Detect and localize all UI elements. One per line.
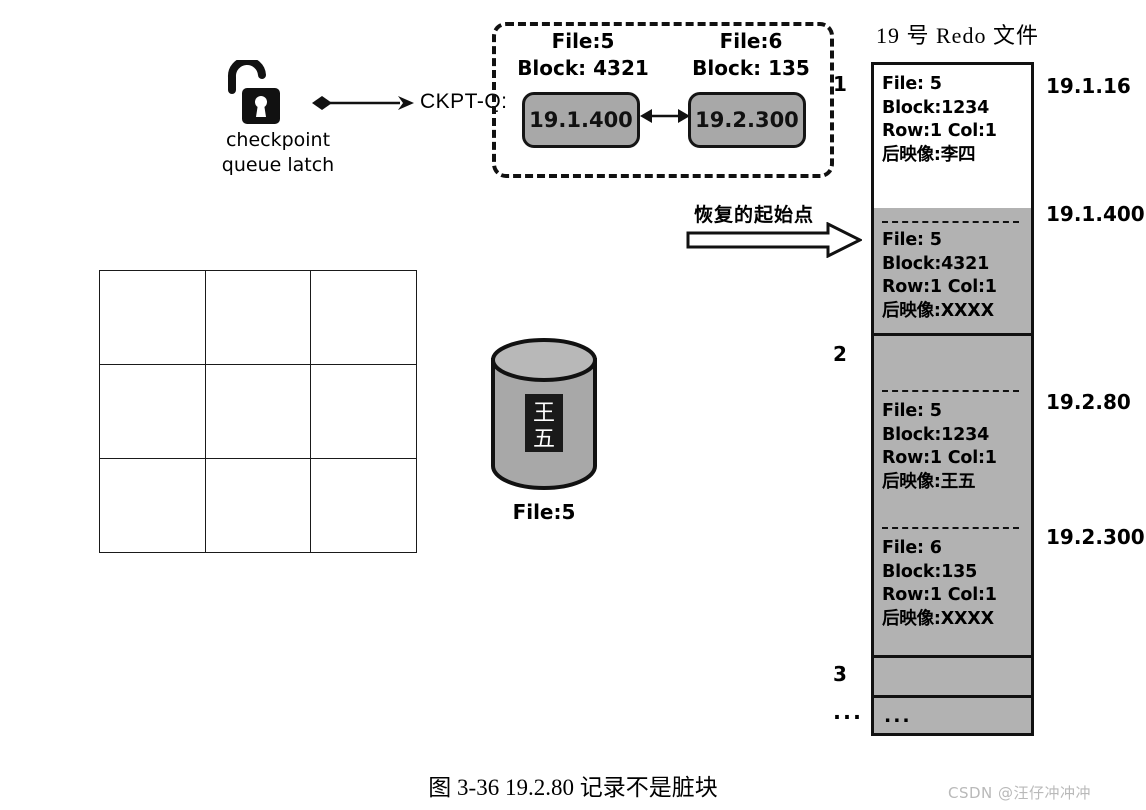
checkpoint-queue-latch-label: checkpoint queue latch	[198, 128, 358, 178]
grid-cell	[310, 270, 417, 365]
redo-address-4: 19.2.300	[1046, 525, 1145, 549]
redo-entry-2-after-image: 后映像:XXXX	[882, 300, 994, 321]
queue-node-link-arrow	[640, 104, 690, 128]
queue-node-1-header: File:5 Block: 4321	[508, 28, 658, 82]
cylinder-row-value-line1: 王	[533, 401, 555, 426]
grid-cell	[99, 458, 206, 553]
redo-file-container: File: 5 Block:1234 Row:1 Col:1 后映像:李四 Fi…	[871, 62, 1034, 736]
queue-node-1-file: File:5	[551, 29, 615, 53]
latch-to-queue-connector-arrow	[310, 88, 420, 118]
queue-node-2: 19.2.300	[688, 92, 806, 148]
cylinder-row-value-line2: 五	[533, 427, 555, 452]
latch-caption-line2: queue latch	[221, 154, 335, 176]
redo-address-2: 19.1.400	[1046, 202, 1145, 226]
redo-segment-4-background	[874, 655, 1031, 695]
redo-file-title: 19 号 Redo 文件	[876, 23, 1039, 48]
queue-node-2-block: Block: 135	[692, 56, 810, 80]
redo-separator-3	[882, 527, 1019, 529]
redo-entry-1-block: Block:1234	[882, 97, 990, 118]
redo-address-1: 19.1.16	[1046, 74, 1131, 98]
redo-tail-ellipsis: ...	[884, 705, 912, 727]
open-padlock-icon	[222, 56, 286, 126]
redo-entry-4-after-image: 后映像:XXXX	[882, 608, 994, 629]
redo-entry-3-rowcol: Row:1 Col:1	[882, 448, 997, 468]
redo-separator-2	[882, 390, 1019, 392]
redo-entry-1-after-image: 后映像:李四	[882, 144, 976, 165]
redo-entry-2-rowcol: Row:1 Col:1	[882, 277, 997, 297]
queue-node-1-block: Block: 4321	[517, 56, 649, 80]
csdn-watermark: CSDN @汪仔冲冲冲	[948, 784, 1092, 802]
redo-entry-3: File: 5 Block:1234 Row:1 Col:1 后映像:王五	[882, 400, 997, 494]
marker-1: 1	[833, 72, 847, 96]
grid-cell	[204, 458, 312, 553]
recovery-start-arrow-icon	[686, 221, 864, 259]
redo-entry-2-block: Block:4321	[882, 253, 990, 274]
redo-entry-1: File: 5 Block:1234 Row:1 Col:1 后映像:李四	[882, 73, 997, 167]
grid-cell	[204, 364, 312, 459]
redo-entry-2-file: File: 5	[882, 230, 942, 250]
figure-canvas: checkpoint queue latch CKPT-Q: File:5 Bl…	[0, 0, 1146, 810]
latch-caption-line1: checkpoint	[225, 129, 331, 151]
grid-cell	[310, 458, 417, 553]
marker-ellipsis: ...	[833, 700, 863, 724]
marker-3: 3	[833, 662, 847, 686]
marker-2: 2	[833, 342, 847, 366]
table-row	[99, 458, 417, 553]
redo-entry-1-rowcol: Row:1 Col:1	[882, 121, 997, 141]
redo-entry-2: File: 5 Block:4321 Row:1 Col:1 后映像:XXXX	[882, 229, 997, 323]
grid-cell	[204, 270, 312, 365]
redo-entry-3-after-image: 后映像:王五	[882, 471, 976, 492]
data-block-grid	[99, 270, 417, 553]
redo-entry-4-file: File: 6	[882, 538, 942, 558]
redo-entry-4-block: Block:135	[882, 561, 978, 582]
redo-address-3: 19.2.80	[1046, 390, 1131, 414]
redo-separator-1	[882, 221, 1019, 223]
grid-cell	[99, 270, 206, 365]
redo-entry-3-block: Block:1234	[882, 424, 990, 445]
grid-cell	[99, 364, 206, 459]
redo-entry-3-file: File: 5	[882, 401, 942, 421]
grid-cell	[310, 364, 417, 459]
datafile-cylinder-icon: 王 五	[489, 338, 599, 490]
table-row	[99, 270, 417, 365]
queue-node-2-file: File:6	[719, 29, 783, 53]
datafile-label: File:5	[512, 500, 576, 524]
redo-entry-4: File: 6 Block:135 Row:1 Col:1 后映像:XXXX	[882, 537, 997, 631]
queue-node-2-header: File:6 Block: 135	[676, 28, 826, 82]
redo-entry-1-file: File: 5	[882, 74, 942, 94]
table-row	[99, 364, 417, 459]
queue-node-1: 19.1.400	[522, 92, 640, 148]
redo-entry-4-rowcol: Row:1 Col:1	[882, 585, 997, 605]
